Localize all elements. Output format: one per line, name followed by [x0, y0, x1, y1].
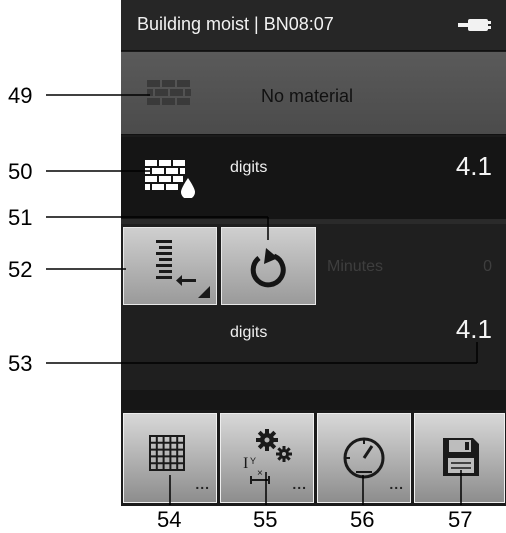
callout-50: 50	[8, 159, 33, 184]
callout-49: 49	[8, 83, 33, 108]
callout-53: 53	[8, 351, 33, 376]
callout-lines	[46, 94, 478, 505]
callout-57: 57	[448, 507, 473, 532]
callout-54: 54	[157, 507, 182, 532]
callout-56: 56	[350, 507, 375, 532]
callout-51: 51	[8, 205, 33, 230]
callout-55: 55	[253, 507, 278, 532]
callout-52: 52	[8, 257, 33, 282]
